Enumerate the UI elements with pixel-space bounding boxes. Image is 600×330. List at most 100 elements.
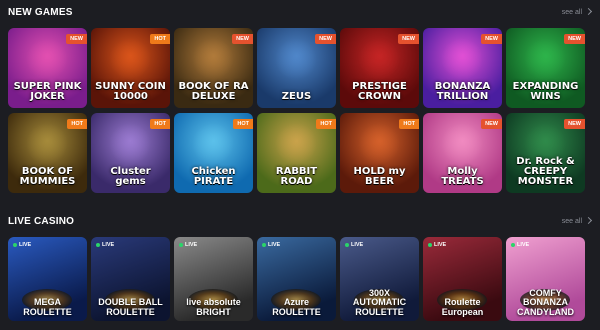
- live-dot-icon: [96, 243, 100, 247]
- new-games-row-1: NEW SUPER PINK JOKER HOT SUNNY COIN 10000 NE…: [8, 28, 585, 108]
- game-title: Molly TREATS: [441, 166, 484, 187]
- live-label: LIVE: [351, 242, 364, 248]
- game-tile[interactable]: NEW Molly TREATS: [423, 113, 502, 193]
- game-title: Cluster gems: [110, 166, 151, 187]
- game-tile[interactable]: NEW BONANZA TRILLION: [423, 28, 502, 108]
- live-label: LIVE: [268, 242, 281, 248]
- game-tile[interactable]: HOT HOLD my BEER: [340, 113, 419, 193]
- game-title: Dr. Rock & CREEPY MONSTER: [516, 156, 575, 187]
- live-indicator: LIVE: [96, 242, 114, 248]
- game-title: ZEUS: [281, 91, 312, 102]
- artwork-glow: [192, 38, 234, 80]
- live-label: LIVE: [434, 242, 447, 248]
- game-tile[interactable]: NEW BOOK OF RA DELUXE: [174, 28, 253, 108]
- game-badge: NEW: [564, 119, 585, 129]
- artwork-glow: [441, 38, 483, 80]
- game-tile[interactable]: NEW PRESTIGE CROWN: [340, 28, 419, 108]
- game-badge: NEW: [232, 34, 253, 44]
- live-indicator: LIVE: [345, 242, 363, 248]
- section-title-live-casino: LIVE CASINO: [8, 215, 75, 227]
- live-game-title: DOUBLE BALL ROULETTE: [98, 297, 163, 317]
- live-casino-header: LIVE CASINO see all: [8, 213, 592, 229]
- live-game-tile[interactable]: LIVE live absolute BRIGHT: [174, 237, 253, 321]
- live-indicator: LIVE: [511, 242, 529, 248]
- game-badge: NEW: [398, 34, 419, 44]
- artwork-glow: [524, 38, 566, 80]
- game-badge: NEW: [481, 119, 502, 129]
- game-title: SUPER PINK JOKER: [13, 81, 82, 102]
- artwork-glow: [109, 38, 151, 80]
- live-dot-icon: [428, 243, 432, 247]
- chevron-right-icon: [586, 7, 592, 17]
- see-all-new-games-link[interactable]: see all: [562, 7, 592, 17]
- game-badge: HOT: [233, 119, 253, 129]
- game-badge: HOT: [316, 119, 336, 129]
- live-dot-icon: [345, 243, 349, 247]
- live-indicator: LIVE: [262, 242, 280, 248]
- see-all-label: see all: [561, 217, 582, 225]
- game-title: RABBIT ROAD: [275, 166, 318, 187]
- chevron-right-icon: [586, 216, 592, 226]
- live-game-tile[interactable]: LIVE Roulette European: [423, 237, 502, 321]
- artwork-glow: [192, 123, 234, 165]
- live-game-title: Roulette European: [441, 297, 484, 317]
- artwork-glow: [26, 123, 68, 165]
- artwork-glow: [26, 38, 68, 80]
- game-badge: HOT: [150, 34, 170, 44]
- live-indicator: LIVE: [428, 242, 446, 248]
- live-game-title: 300X AUTOMATIC ROULETTE: [352, 287, 407, 317]
- game-badge: HOT: [150, 119, 170, 129]
- live-game-title: COMFY BONANZA CANDYLAND: [517, 287, 574, 317]
- game-tile[interactable]: HOT Chicken PIRATE: [174, 113, 253, 193]
- new-games-row-2: HOT BOOK OF MUMMIES HOT Cluster gems HOT Chic…: [8, 113, 585, 193]
- game-tile[interactable]: HOT BOOK OF MUMMIES: [8, 113, 87, 193]
- live-dot-icon: [13, 243, 17, 247]
- game-tile[interactable]: NEW Dr. Rock & CREEPY MONSTER: [506, 113, 585, 193]
- game-title: BONANZA TRILLION: [434, 81, 491, 102]
- game-tile[interactable]: NEW EXPANDING WINS: [506, 28, 585, 108]
- live-game-tile[interactable]: LIVE 300X AUTOMATIC ROULETTE: [340, 237, 419, 321]
- game-title: Chicken PIRATE: [191, 166, 236, 187]
- game-tile[interactable]: HOT SUNNY COIN 10000: [91, 28, 170, 108]
- game-title: EXPANDING WINS: [512, 81, 579, 102]
- live-label: LIVE: [517, 242, 530, 248]
- game-title: HOLD my BEER: [353, 166, 406, 187]
- game-badge: HOT: [399, 119, 419, 129]
- live-game-title: Azure ROULETTE: [272, 297, 321, 317]
- live-label: LIVE: [19, 242, 32, 248]
- live-label: LIVE: [102, 242, 115, 248]
- live-indicator: LIVE: [179, 242, 197, 248]
- game-badge: NEW: [481, 34, 502, 44]
- artwork-glow: [275, 123, 317, 165]
- see-all-live-casino-link[interactable]: see all: [562, 216, 592, 226]
- live-game-title: MEGA ROULETTE: [23, 297, 72, 317]
- game-tile[interactable]: NEW ZEUS: [257, 28, 336, 108]
- live-casino-row: LIVE MEGA ROULETTE LIVE DOUBLE BALL ROULETT…: [8, 237, 585, 321]
- new-games-header: NEW GAMES see all: [8, 4, 592, 20]
- game-tile[interactable]: HOT Cluster gems: [91, 113, 170, 193]
- live-game-tile[interactable]: LIVE MEGA ROULETTE: [8, 237, 87, 321]
- game-title: PRESTIGE CROWN: [352, 81, 407, 102]
- artwork-glow: [109, 123, 151, 165]
- game-badge: HOT: [67, 119, 87, 129]
- game-badge: NEW: [564, 34, 585, 44]
- live-game-tile[interactable]: LIVE DOUBLE BALL ROULETTE: [91, 237, 170, 321]
- game-title: SUNNY COIN 10000: [95, 81, 166, 102]
- live-label: LIVE: [185, 242, 198, 248]
- live-indicator: LIVE: [13, 242, 31, 248]
- live-dot-icon: [262, 243, 266, 247]
- game-tile[interactable]: HOT RABBIT ROAD: [257, 113, 336, 193]
- see-all-label: see all: [561, 8, 582, 16]
- live-game-tile[interactable]: LIVE COMFY BONANZA CANDYLAND: [506, 237, 585, 321]
- live-game-tile[interactable]: LIVE Azure ROULETTE: [257, 237, 336, 321]
- artwork-glow: [358, 123, 400, 165]
- game-badge: NEW: [66, 34, 87, 44]
- artwork-glow: [441, 123, 483, 165]
- live-dot-icon: [179, 243, 183, 247]
- game-title: BOOK OF MUMMIES: [19, 166, 76, 187]
- game-tile[interactable]: NEW SUPER PINK JOKER: [8, 28, 87, 108]
- section-title-new-games: NEW GAMES: [8, 6, 73, 18]
- live-game-title: live absolute BRIGHT: [186, 297, 241, 317]
- artwork-glow: [358, 38, 400, 80]
- game-title: BOOK OF RA DELUXE: [178, 81, 249, 102]
